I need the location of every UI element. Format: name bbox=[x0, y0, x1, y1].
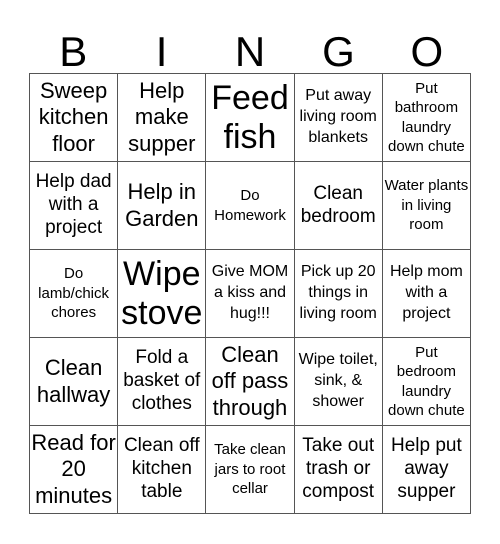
bingo-cell-i3[interactable]: Wipe stove bbox=[118, 250, 207, 338]
bingo-cell-i1[interactable]: Help make supper bbox=[118, 74, 207, 162]
bingo-cell-text: Help mom with a project bbox=[389, 263, 463, 322]
bingo-cell-text: Sweep kitchen floor bbox=[38, 77, 109, 156]
bingo-cell-i2[interactable]: Help in Garden bbox=[118, 162, 207, 250]
bingo-cell-text: Wipe toilet, sink, & shower bbox=[298, 351, 378, 410]
bingo-cell-text: Take clean jars to root cellar bbox=[214, 441, 286, 498]
bingo-cell-text: Help dad with a project bbox=[35, 171, 112, 238]
bingo-cell-text: Take out trash or compost bbox=[302, 435, 375, 502]
bingo-cell-g3[interactable]: Pick up 20 things in living room bbox=[294, 250, 383, 338]
bingo-cell-text: Put away living room blankets bbox=[299, 87, 377, 146]
bingo-cell-g2[interactable]: Clean bedroom bbox=[294, 162, 383, 250]
bingo-cell-n2[interactable]: Do Homework bbox=[206, 162, 295, 250]
bingo-cell-text: Put bathroom laundry down chute bbox=[388, 79, 465, 156]
bingo-cell-o1[interactable]: Put bathroom laundry down chute bbox=[382, 74, 471, 162]
bingo-cell-text: Give MOM a kiss and hug!!! bbox=[211, 263, 289, 322]
bingo-cell-b5[interactable]: Read for 20 minutes bbox=[30, 426, 119, 514]
bingo-cell-o2[interactable]: Water plants in living room bbox=[382, 162, 471, 250]
bingo-cell-text: Help make supper bbox=[128, 77, 196, 156]
bingo-cell-g1[interactable]: Put away living room blankets bbox=[294, 74, 383, 162]
bingo-cell-n4[interactable]: Clean off pass through bbox=[206, 338, 295, 426]
bingo-cell-text: Read for 20 minutes bbox=[31, 429, 116, 508]
bingo-cell-b1[interactable]: Sweep kitchen floor bbox=[30, 74, 119, 162]
bingo-cell-text: Clean off pass through bbox=[211, 341, 289, 420]
bingo-cell-text: Clean hallway bbox=[36, 355, 111, 407]
bingo-cell-text: Do lamb/chick chores bbox=[38, 265, 110, 322]
header-letter-o: O bbox=[410, 28, 444, 75]
bingo-cell-text: Pick up 20 things in living room bbox=[299, 263, 377, 322]
header-letter-g: G bbox=[322, 28, 355, 75]
bingo-cell-n1[interactable]: Feed fish bbox=[206, 74, 295, 162]
bingo-cell-i4[interactable]: Fold a basket of clothes bbox=[118, 338, 207, 426]
bingo-cell-b3[interactable]: Do lamb/chick chores bbox=[30, 250, 119, 338]
bingo-cell-i5[interactable]: Clean off kitchen table bbox=[118, 426, 207, 514]
bingo-cell-n3[interactable]: Give MOM a kiss and hug!!! bbox=[206, 250, 295, 338]
bingo-cell-text: Clean bedroom bbox=[300, 182, 376, 227]
bingo-cell-text: Help in Garden bbox=[125, 179, 199, 231]
bingo-cell-text: Water plants in living room bbox=[384, 177, 469, 234]
bingo-cell-o4[interactable]: Put bedroom laundry down chute bbox=[382, 338, 471, 426]
header-letter-n: N bbox=[234, 28, 266, 75]
bingo-cell-text: Help put away supper bbox=[391, 435, 462, 502]
bingo-cell-g4[interactable]: Wipe toilet, sink, & shower bbox=[294, 338, 383, 426]
bingo-cell-o3[interactable]: Help mom with a project bbox=[382, 250, 471, 338]
bingo-cell-text: Put bedroom laundry down chute bbox=[388, 343, 465, 420]
bingo-cell-text: Clean off kitchen table bbox=[123, 435, 200, 502]
bingo-cell-b2[interactable]: Help dad with a project bbox=[30, 162, 119, 250]
bingo-cell-text: Feed fish bbox=[211, 79, 289, 156]
header-letter-b: B bbox=[59, 28, 88, 75]
bingo-header: B I N G O bbox=[29, 30, 471, 73]
bingo-cell-o5[interactable]: Help put away supper bbox=[382, 426, 471, 514]
header-letter-i: I bbox=[155, 28, 168, 75]
bingo-card-grid: Sweep kitchen floor Help make supper Feed … bbox=[29, 73, 471, 514]
bingo-cell-text: Fold a basket of clothes bbox=[123, 347, 201, 414]
bingo-cell-g5[interactable]: Take out trash or compost bbox=[294, 426, 383, 514]
bingo-cell-text: Do Homework bbox=[214, 187, 286, 224]
bingo-cell-n5[interactable]: Take clean jars to root cellar bbox=[206, 426, 295, 514]
bingo-cell-text: Wipe stove bbox=[121, 255, 203, 332]
bingo-cell-b4[interactable]: Clean hallway bbox=[30, 338, 119, 426]
